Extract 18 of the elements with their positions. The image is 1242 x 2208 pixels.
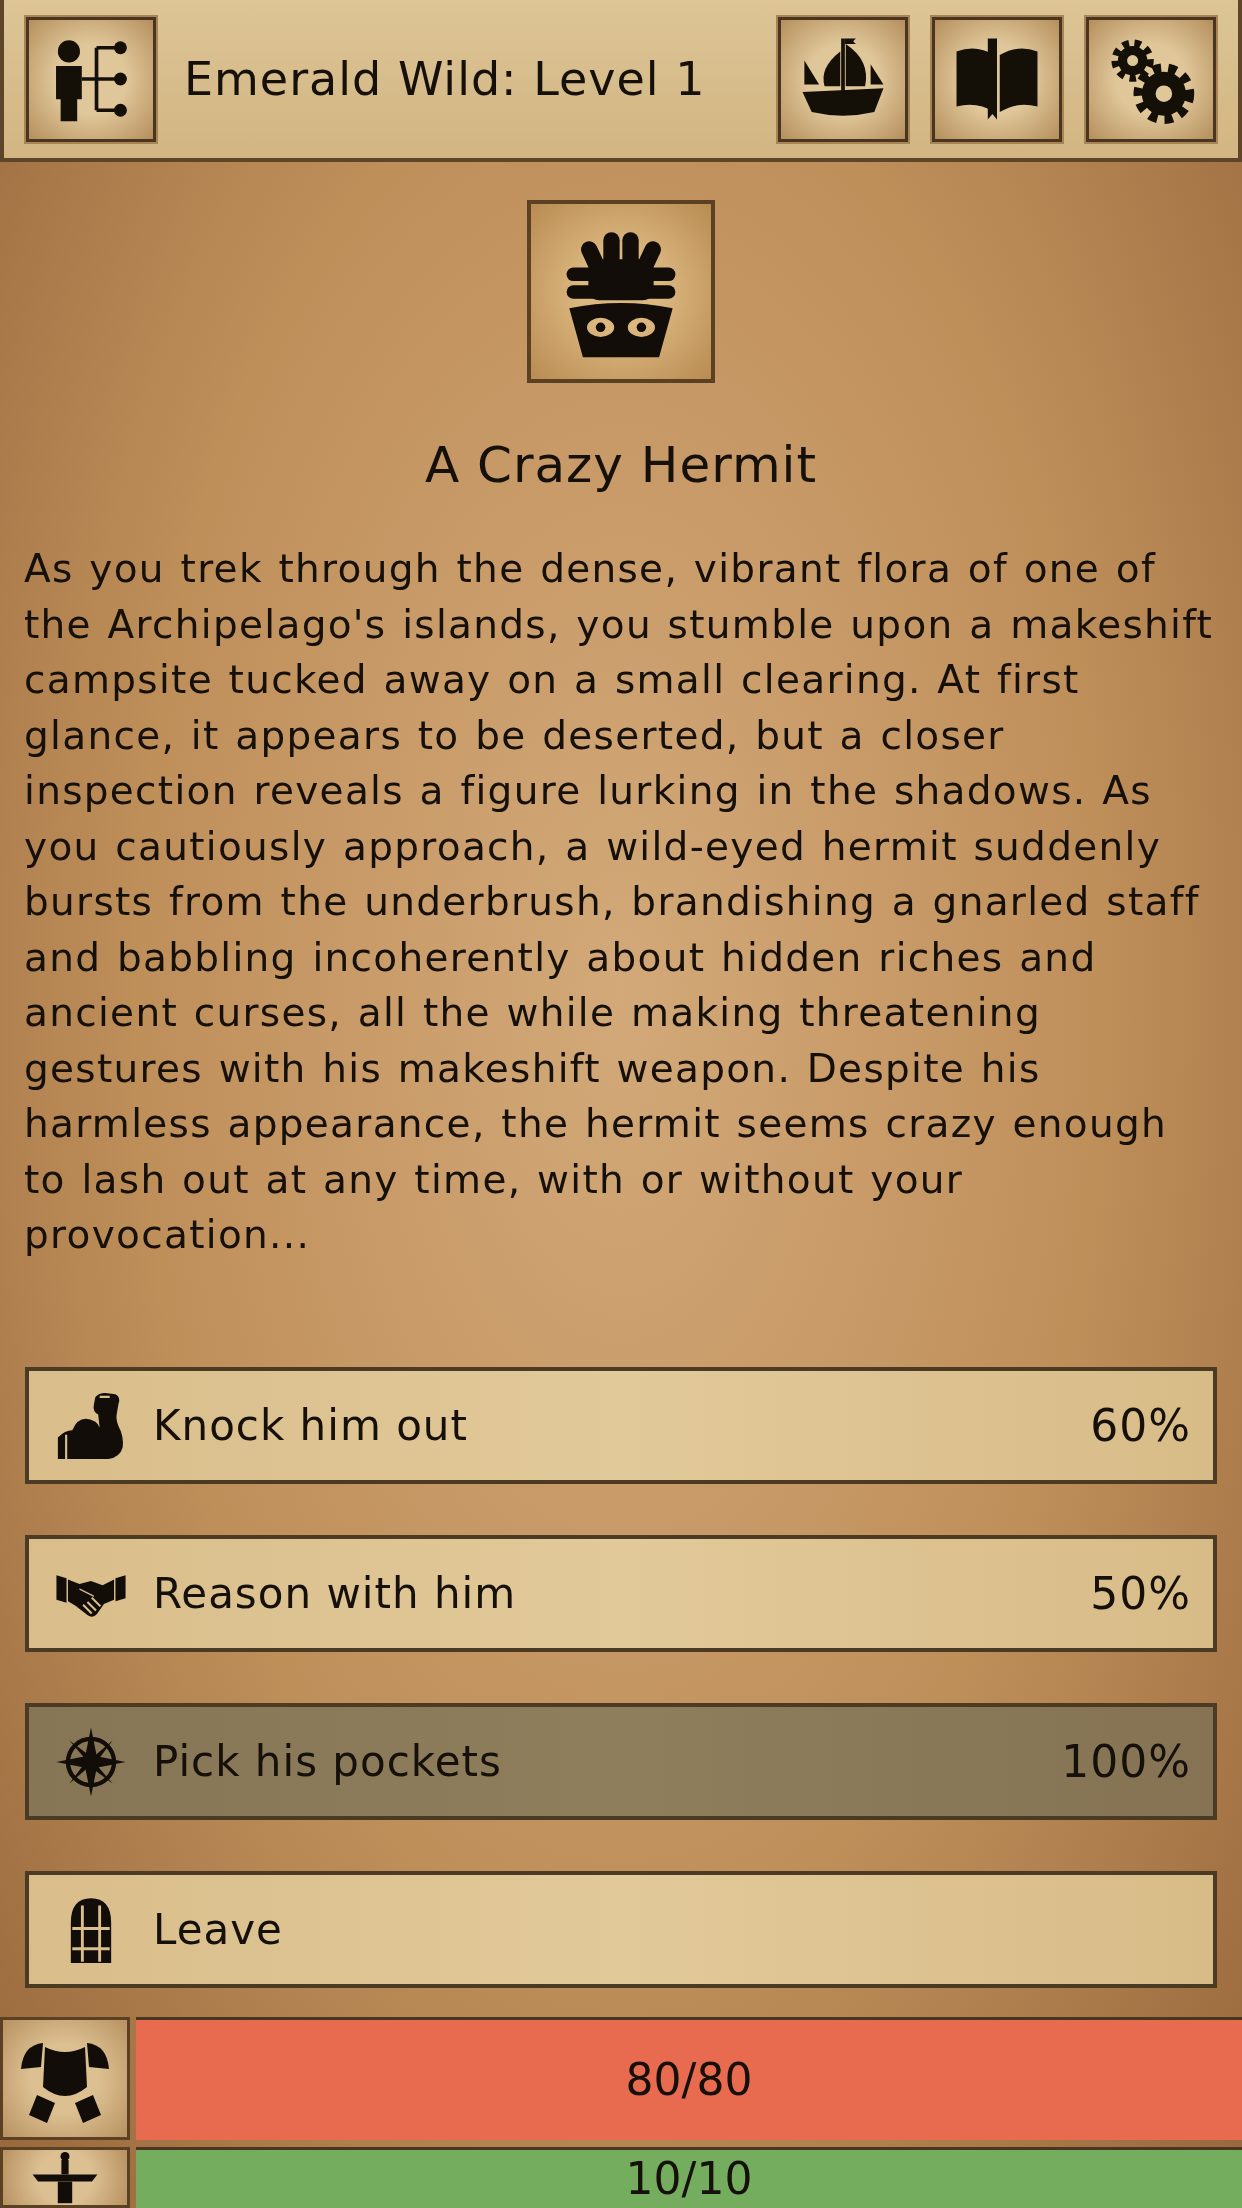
book-button[interactable] [932, 16, 1062, 142]
choice-button[interactable]: Knock him out 60% [25, 1367, 1217, 1484]
event-title: A Crazy Hermit [424, 435, 818, 496]
level-title: Emerald Wild: Level 1 [184, 52, 707, 106]
ship-button[interactable] [778, 16, 908, 142]
settings-button[interactable] [1086, 16, 1216, 142]
choice-button[interactable]: Leave [25, 1871, 1217, 1988]
character-button[interactable] [26, 16, 156, 142]
success-chance: 60% [1090, 1400, 1191, 1451]
success-chance: 100% [1061, 1736, 1191, 1787]
stat-reading: 10/10 [624, 2154, 754, 2204]
armor-icon [0, 2017, 130, 2140]
sword-icon [0, 2147, 130, 2208]
stat-reading: 80/80 [624, 2055, 754, 2105]
success-chance: 50% [1090, 1568, 1191, 1619]
choice-button[interactable]: Reason with him 50% [25, 1535, 1217, 1652]
event-description: As you trek through the dense, vibrant flora of one of the Archipelago's islands, you stumble upon a makeshift campsite tucked away on a small clearing. At first glance, it appears to be deserted, but a closer inspection reveals a figure lurking in the shadows. As you cautiously approach, a wild-eyed hermit suddenly bursts from the underbrush, brandishing a gnarled staff and babbling incoherently about hidden riches and ancient curses, all the while making threatening gestures with his makeshift weapon. Despite his harmless appearance, the hermit seems crazy enough to lash out at any time, with or without your provocation... [24, 545, 1215, 1259]
choice-button[interactable]: Pick his pockets 100% [25, 1703, 1217, 1820]
